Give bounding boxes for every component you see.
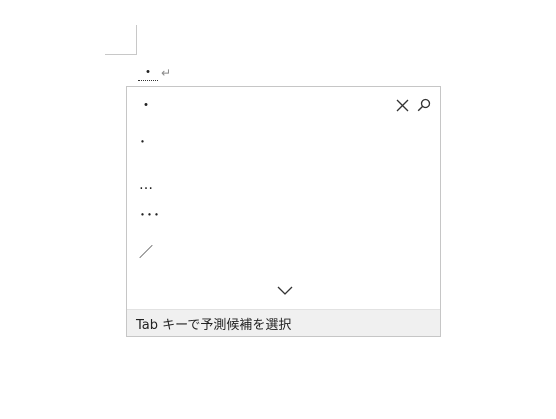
document-text-line[interactable]: ・ ↵	[138, 63, 171, 83]
close-icon[interactable]	[394, 97, 410, 113]
popup-footer-hint: Tab キーで予測候補を選択	[127, 309, 440, 336]
typed-character[interactable]: ・	[138, 66, 158, 81]
page-margin-corner-mark	[105, 25, 137, 55]
paragraph-mark: ↵	[161, 66, 172, 80]
suggestion-item-3[interactable]: …	[139, 175, 153, 195]
popup-actions	[394, 97, 432, 113]
search-icon[interactable]	[416, 97, 432, 113]
suggestion-item-2[interactable]: ･	[139, 133, 146, 153]
suggestion-item-5[interactable]: ／	[139, 243, 153, 263]
predictive-suggestion-popup: ・ ･ … ･･･ ／ Tab キーで予測候補を選択	[126, 86, 441, 337]
chevron-down-icon[interactable]	[275, 283, 295, 297]
suggestion-item-4[interactable]: ･･･	[139, 206, 160, 226]
document-page: ・ ↵ ・ ･ … ･･･ ／ Tab キーで予測候補を選択	[0, 0, 556, 419]
suggestion-item-1[interactable]: ・	[139, 96, 153, 116]
